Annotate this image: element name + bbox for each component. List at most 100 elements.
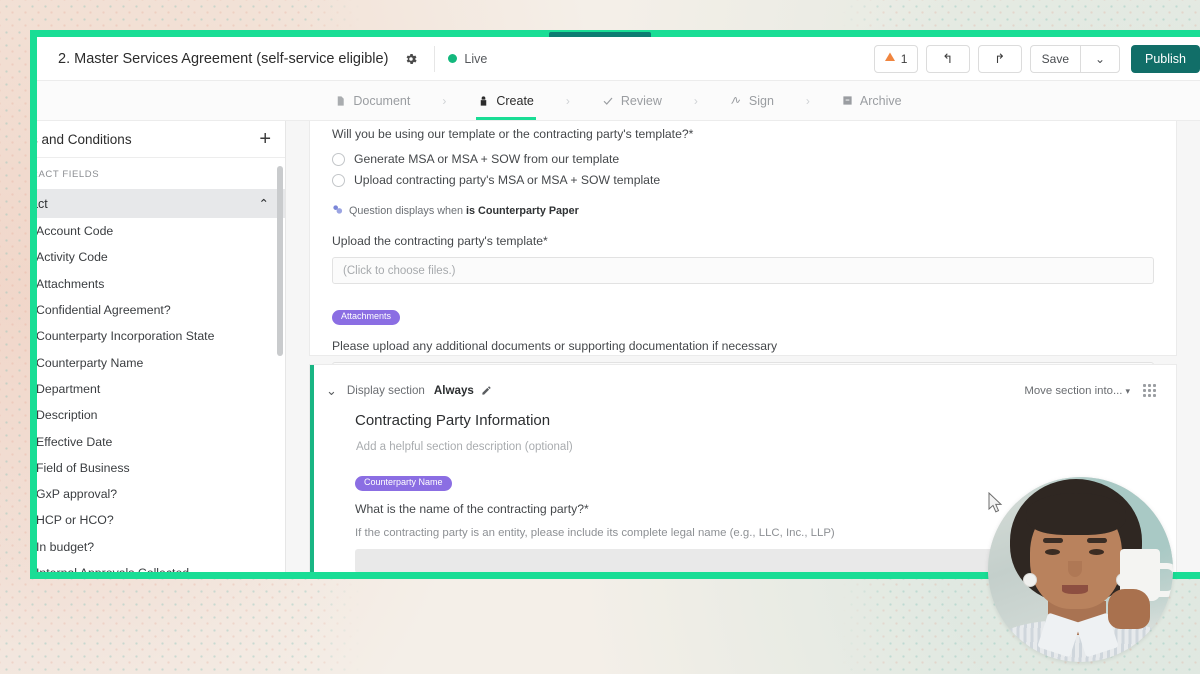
edit-pencil-icon[interactable] xyxy=(481,385,492,396)
drag-handle-icon[interactable] xyxy=(1143,383,1156,397)
redo-arrow-icon: ↱ xyxy=(994,51,1006,66)
save-button-group: Save ⌄ xyxy=(1029,44,1120,73)
sidebar-item-field-of-business[interactable]: Field of Business xyxy=(37,455,285,481)
signature-icon xyxy=(730,95,742,107)
sidebar-item-in-budget[interactable]: In budget? xyxy=(37,534,285,560)
sidebar-item-label: Department xyxy=(37,381,101,396)
sidebar-item-label: HCP or HCO? xyxy=(37,513,114,528)
webcam-eye-left xyxy=(1045,549,1060,555)
radio-option-upload[interactable]: Upload contracting party's MSA or MSA + … xyxy=(332,173,1154,187)
sidebar-item-label: Activity Code xyxy=(37,250,108,265)
radio-option-upload-label: Upload contracting party's MSA or MSA + … xyxy=(354,173,661,187)
archive-icon xyxy=(842,95,853,106)
conditional-display-text: Question displays when is Counterparty P… xyxy=(349,205,579,217)
section-header-row: ⌄ Display section Always Move section in… xyxy=(326,381,1156,399)
step-separator: › xyxy=(805,93,810,108)
step-review-label: Review xyxy=(620,93,662,108)
sidebar-item-counterparty-name[interactable]: Counterparty Name xyxy=(37,349,285,375)
sidebar-item-description[interactable]: Description xyxy=(37,402,285,428)
template-question-label: Will you be using our template or the co… xyxy=(332,127,694,141)
add-field-button[interactable]: + xyxy=(259,129,271,149)
webcam-fringe xyxy=(1026,493,1126,535)
step-sign-label: Sign xyxy=(748,93,774,108)
conditional-logic-icon xyxy=(332,202,343,220)
counterparty-name-field-badge: Counterparty Name xyxy=(355,475,452,491)
create-icon xyxy=(478,95,489,107)
sidebar-item-attachments[interactable]: Attachments xyxy=(37,271,285,297)
sidebar-item-label: Account Code xyxy=(37,224,114,239)
sidebar-item-internal-approvals-collected[interactable]: Internal Approvals Collected xyxy=(37,560,285,572)
radio-option-generate[interactable]: Generate MSA or MSA + SOW from our templ… xyxy=(332,152,1154,166)
sidebar-item-hcp-or-hco[interactable]: HCP or HCO? xyxy=(37,507,285,533)
sidebar-item-label: Internal Approvals Collected xyxy=(37,566,189,572)
upload-template-input[interactable]: (Click to choose files.) xyxy=(332,257,1154,284)
step-create[interactable]: Create xyxy=(468,81,544,120)
sidebar-item-account-code[interactable]: Account Code xyxy=(37,218,285,244)
section-collapse-chevron-down-icon[interactable]: ⌄ xyxy=(326,384,337,397)
webcam-mouth xyxy=(1062,585,1088,594)
webcam-hand xyxy=(1108,589,1150,629)
fields-sidebar: s and Conditions + RACT FIELDS act ⌃ Acc… xyxy=(37,121,286,572)
sidebar-item-effective-date[interactable]: Effective Date xyxy=(37,428,285,454)
sidebar-group-contract[interactable]: act ⌃ xyxy=(37,189,285,218)
webcam-overlay xyxy=(988,477,1173,662)
save-button[interactable]: Save xyxy=(1029,44,1080,73)
sidebar-scrollbar-thumb[interactable] xyxy=(277,166,283,356)
radio-icon xyxy=(332,152,345,166)
webcam-mug-handle xyxy=(1156,563,1173,597)
sidebar-group-contract-label: act xyxy=(37,196,48,211)
step-document[interactable]: Document xyxy=(325,81,420,120)
sidebar-item-label: Field of Business xyxy=(37,460,130,475)
redo-button[interactable]: ↱ xyxy=(977,44,1022,73)
section-header-actions: Move section into... ▾ xyxy=(1024,381,1156,399)
step-archive-label: Archive xyxy=(859,93,902,108)
step-sign[interactable]: Sign xyxy=(720,81,784,120)
sidebar-item-department[interactable]: Department xyxy=(37,376,285,402)
webcam-eye-right xyxy=(1089,549,1104,555)
section-description-input[interactable]: Add a helpful section description (optio… xyxy=(356,441,1156,453)
chevron-down-icon: ⌄ xyxy=(1094,51,1106,66)
conditional-value: is Counterparty Paper xyxy=(466,205,579,217)
move-section-dropdown[interactable]: Move section into... ▾ xyxy=(1024,381,1130,399)
page-title: 2. Master Services Agreement (self-servi… xyxy=(58,50,389,67)
publish-button[interactable]: Publish xyxy=(1131,44,1200,73)
move-section-label: Move section into... xyxy=(1024,385,1123,397)
save-dropdown-button[interactable]: ⌄ xyxy=(1080,44,1120,73)
webcam-nose xyxy=(1068,561,1082,577)
sidebar-item-gxp-approval[interactable]: GxP approval? xyxy=(37,481,285,507)
step-review[interactable]: Review xyxy=(592,81,672,120)
sidebar-title: s and Conditions xyxy=(37,131,132,147)
sidebar-header: s and Conditions + xyxy=(37,121,285,158)
section-title: Contracting Party Information xyxy=(355,412,551,429)
sidebar-item-counterparty-incorporation-state[interactable]: Counterparty Incorporation State xyxy=(37,323,285,349)
title-bar: 2. Master Services Agreement (self-servi… xyxy=(37,37,1200,81)
sidebar-item-label: Attachments xyxy=(37,276,105,291)
sidebar-item-confidential-agreement[interactable]: Confidential Agreement? xyxy=(37,297,285,323)
conditional-display-note: Question displays when is Counterparty P… xyxy=(332,202,1154,220)
step-document-label: Document xyxy=(353,93,411,108)
workflow-stepper-nav: Document › Create › Review › Sign › Arch… xyxy=(37,81,1200,121)
sidebar-item-label: Effective Date xyxy=(37,434,113,449)
sidebar-item-activity-code[interactable]: Activity Code xyxy=(37,244,285,270)
check-icon xyxy=(602,95,614,107)
sidebar-group-label: RACT FIELDS xyxy=(37,169,100,180)
step-archive[interactable]: Archive xyxy=(832,81,912,120)
sidebar-item-label: Counterparty Incorporation State xyxy=(37,329,215,344)
upload-template-label: Upload the contracting party's template* xyxy=(332,234,548,248)
undo-button[interactable]: ↰ xyxy=(925,44,970,73)
sidebar-scroll-area[interactable]: RACT FIELDS act ⌃ Account Code Activity … xyxy=(37,158,285,572)
step-separator: › xyxy=(565,93,570,108)
attachments-field-badge: Attachments xyxy=(332,309,401,325)
sidebar-item-label: Counterparty Name xyxy=(37,355,144,370)
sidebar-item-label: Confidential Agreement? xyxy=(37,303,171,318)
status-badge: Live xyxy=(448,52,487,66)
warnings-button[interactable]: 1 xyxy=(873,44,918,73)
radio-option-generate-label: Generate MSA or MSA + SOW from our templ… xyxy=(354,152,620,166)
attachments-label: Please upload any additional documents o… xyxy=(332,338,778,353)
status-label: Live xyxy=(464,51,488,66)
status-dot-icon xyxy=(448,54,458,63)
webcam-eyebrow-left xyxy=(1043,538,1063,543)
toolbar-actions: 1 ↰ ↱ Save ⌄ Publish xyxy=(873,37,1200,80)
settings-gear-icon[interactable] xyxy=(401,49,421,69)
sidebar-item-label: In budget? xyxy=(37,539,95,554)
